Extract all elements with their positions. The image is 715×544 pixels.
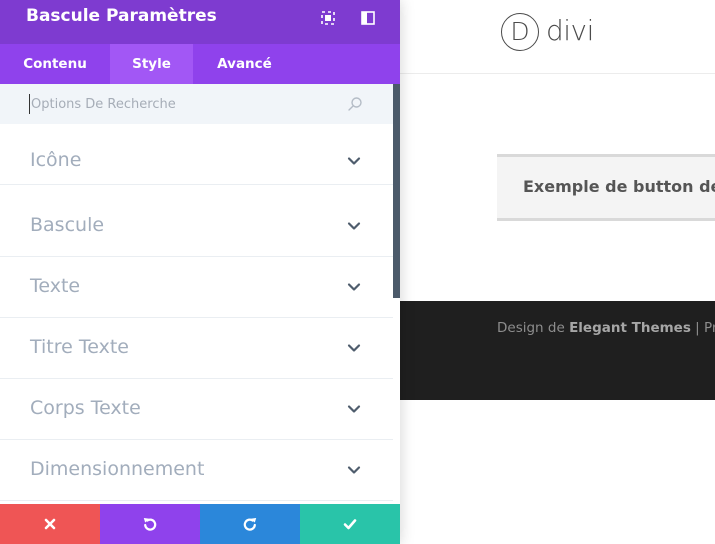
settings-panel: Bascule Paramètres Contenu Style Avancé … <box>0 0 400 544</box>
tab-content[interactable]: Contenu <box>0 44 110 84</box>
panel-tabs: Contenu Style Avancé <box>0 44 400 84</box>
panel-footer-actions <box>0 504 400 544</box>
undo-button[interactable] <box>100 504 200 544</box>
chevron-down-icon <box>347 221 361 231</box>
tab-advanced[interactable]: Avancé <box>193 44 296 84</box>
undo-icon <box>143 518 157 531</box>
search-icon[interactable] <box>347 96 363 112</box>
option-group-sizing[interactable]: Dimensionnement <box>0 440 393 501</box>
chevron-down-icon <box>347 156 361 166</box>
redo-button[interactable] <box>200 504 300 544</box>
option-group-label: Icône <box>30 149 82 171</box>
option-group-label: Titre Texte <box>30 336 129 358</box>
option-group-label: Bascule <box>30 214 105 236</box>
tab-style[interactable]: Style <box>110 44 193 84</box>
footer-brand-link[interactable]: Elegant Themes <box>569 320 691 336</box>
split-view-icon[interactable] <box>360 10 376 26</box>
page-preview: D divi Exemple de button de bascule Desi… <box>400 0 715 544</box>
chevron-down-icon <box>347 465 361 475</box>
option-group-toggle[interactable]: Bascule <box>0 196 393 257</box>
cancel-button[interactable] <box>0 504 100 544</box>
site-header: D divi <box>400 0 715 74</box>
panel-header[interactable]: Bascule Paramètres <box>0 0 400 44</box>
site-footer: Design de Elegant Themes | Propulsé par … <box>400 301 715 400</box>
divi-logo-icon[interactable]: D <box>501 13 539 51</box>
footer-credit: Design de Elegant Themes | Propulsé par … <box>497 320 715 336</box>
search-input[interactable] <box>29 94 329 114</box>
site-logo-text[interactable]: divi <box>546 14 594 47</box>
preview-toggle-module[interactable]: Exemple de button de bascule <box>497 154 715 221</box>
chevron-down-icon <box>347 404 361 414</box>
option-group-title-text[interactable]: Titre Texte <box>0 318 393 379</box>
save-button[interactable] <box>300 504 400 544</box>
option-groups-list: Icône Bascule Texte Titre Texte Corps Te… <box>0 124 393 504</box>
preview-toggle-title[interactable]: Exemple de button de bascule <box>523 177 715 196</box>
expand-icon[interactable] <box>320 10 336 26</box>
option-group-label: Dimensionnement <box>30 458 205 480</box>
check-icon <box>343 519 357 530</box>
close-icon <box>44 518 56 530</box>
chevron-down-icon <box>347 282 361 292</box>
option-group-body-text[interactable]: Corps Texte <box>0 379 393 440</box>
option-group-text[interactable]: Texte <box>0 257 393 318</box>
scrollbar-thumb[interactable] <box>393 84 400 298</box>
redo-icon <box>243 518 257 531</box>
chevron-down-icon <box>347 343 361 353</box>
option-group-label: Corps Texte <box>30 397 141 419</box>
footer-credit-prefix: Design de <box>497 320 570 336</box>
panel-title: Bascule Paramètres <box>26 6 217 26</box>
footer-credit-suffix: | Propulsé par WordPress <box>695 320 715 336</box>
option-group-label: Texte <box>30 275 81 297</box>
search-bar <box>0 84 393 124</box>
option-group-icon[interactable]: Icône <box>0 124 393 185</box>
